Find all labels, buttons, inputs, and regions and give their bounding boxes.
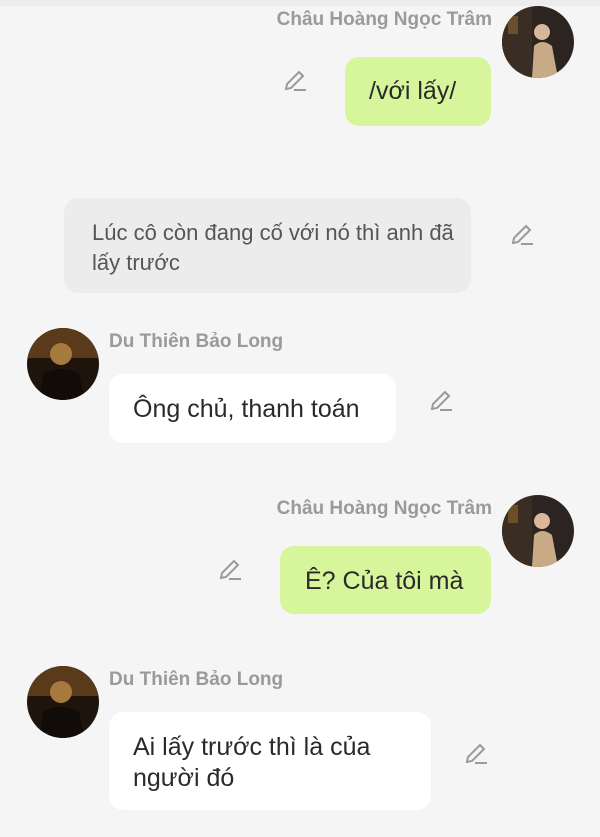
message-bubble[interactable]: Ai lấy trước thì là của người đó xyxy=(109,712,431,810)
edit-pencil-icon[interactable] xyxy=(428,388,454,414)
sender-name: Du Thiên Bảo Long xyxy=(109,669,284,690)
message-1: Châu Hoàng Ngọc Trâm /với lấy/ xyxy=(0,0,600,140)
edit-pencil-icon[interactable] xyxy=(509,222,535,248)
narration-bubble[interactable]: Lúc cô còn đang cố với nó thì anh đã lấy… xyxy=(64,198,471,293)
avatar[interactable] xyxy=(27,666,99,738)
edit-pencil-icon[interactable] xyxy=(463,741,489,767)
message-text: Ông chủ, thanh toán xyxy=(133,395,360,423)
sender-name: Du Thiên Bảo Long xyxy=(109,331,284,352)
message-bubble[interactable]: Ông chủ, thanh toán xyxy=(109,374,396,443)
avatar-image xyxy=(502,6,574,78)
avatar[interactable] xyxy=(502,6,574,78)
avatar[interactable] xyxy=(502,495,574,567)
message-text: Ai lấy trước thì là của người đó xyxy=(133,733,371,792)
message-bubble[interactable]: Ê? Của tôi mà xyxy=(280,546,491,614)
sender-name: Châu Hoàng Ngọc Trâm xyxy=(276,9,492,30)
message-bubble[interactable]: /với lấy/ xyxy=(345,57,491,126)
avatar-image xyxy=(27,328,99,400)
sender-name: Châu Hoàng Ngọc Trâm xyxy=(276,498,492,519)
message-text: /với lấy/ xyxy=(369,77,457,105)
edit-pencil-icon[interactable] xyxy=(282,68,308,94)
edit-pencil-icon[interactable] xyxy=(217,557,243,583)
avatar-image xyxy=(27,666,99,738)
avatar[interactable] xyxy=(27,328,99,400)
avatar-image xyxy=(502,495,574,567)
message-text: Ê? Của tôi mà xyxy=(305,567,464,595)
narration-text: Lúc cô còn đang cố với nó thì anh đã lấy… xyxy=(92,220,454,275)
